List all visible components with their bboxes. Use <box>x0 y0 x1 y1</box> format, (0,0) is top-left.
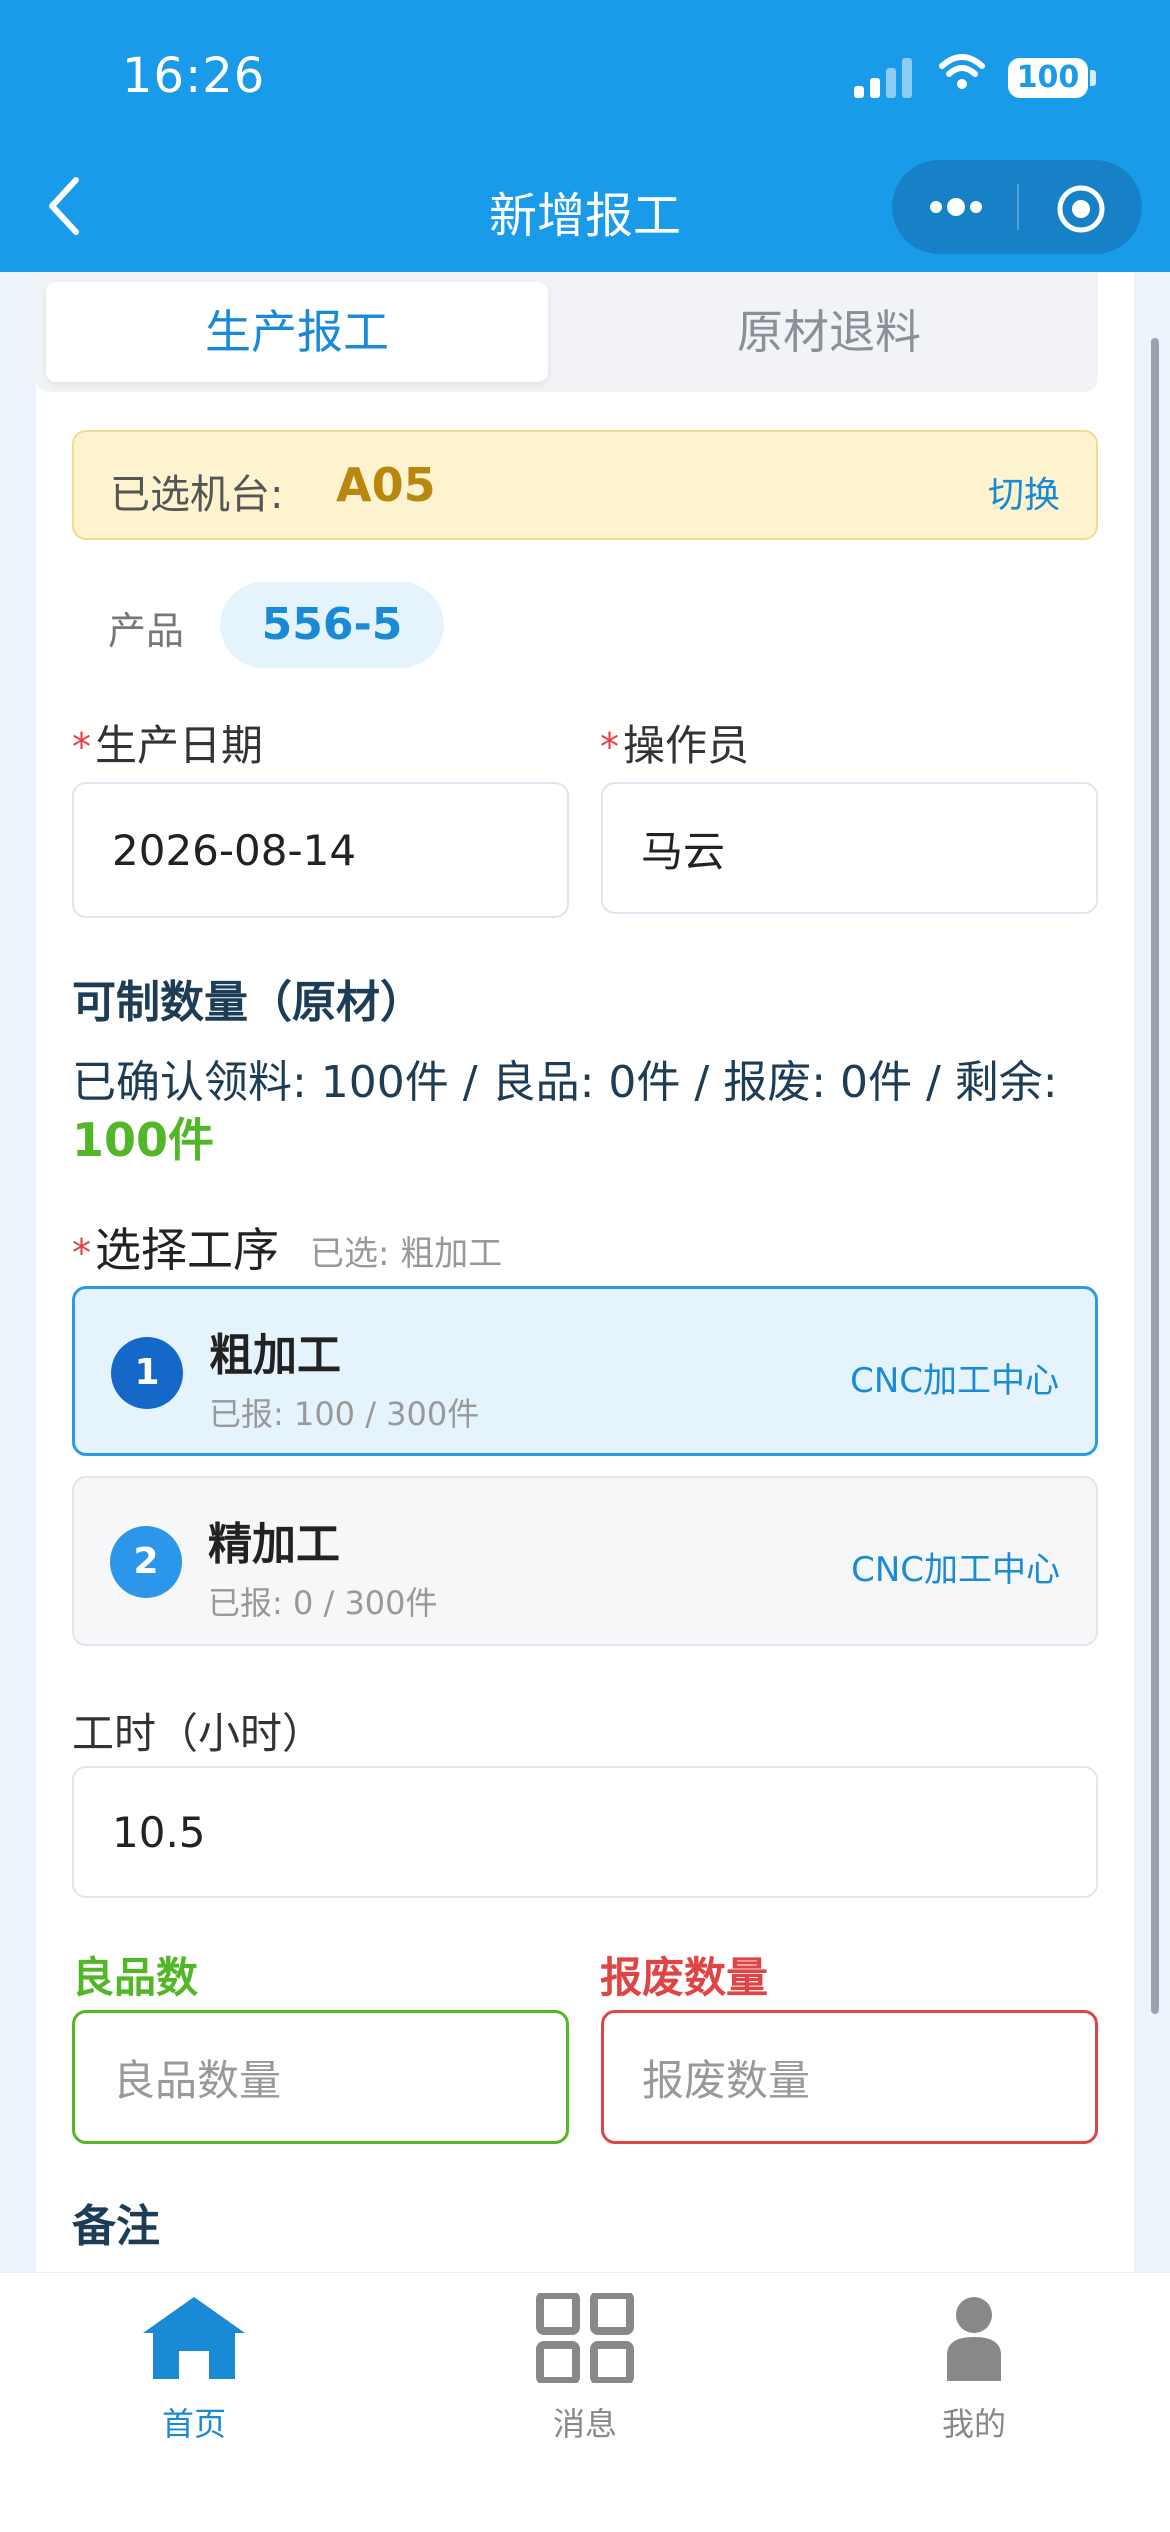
close-target-icon[interactable] <box>1056 184 1106 234</box>
grid-icon <box>536 2291 634 2385</box>
product-badge: 556-5 <box>220 582 444 668</box>
battery-indicator: 100 <box>1008 58 1088 98</box>
machine-value: A05 <box>336 458 436 512</box>
process-label: *选择工序 <box>72 1223 279 1277</box>
nav-item-home[interactable]: 首页 <box>94 2293 294 2445</box>
home-icon <box>143 2297 245 2379</box>
machine-selection-bar: 已选机台: A05 切换 <box>72 430 1098 540</box>
required-mark: * <box>72 1231 91 1275</box>
nav-item-messages[interactable]: 消息 <box>485 2291 685 2445</box>
switch-machine-button[interactable]: 切换 <box>988 466 1060 518</box>
quantity-summary: 已确认领料: 100件 / 良品: 0件 / 报废: 0件 / 剩余: <box>72 1057 1058 1108</box>
signal-icon <box>854 58 912 98</box>
battery-tip <box>1090 70 1096 86</box>
available-quantity-title: 可制数量（原材） <box>72 977 424 1028</box>
required-mark: * <box>72 725 91 769</box>
good-quantity-label: 良品数 <box>72 1953 199 2002</box>
remaining-quantity: 100件 <box>72 1113 215 1167</box>
nav-label-profile: 我的 <box>941 2405 1006 2443</box>
operator-label: *操作员 <box>600 721 750 770</box>
process-card-rough[interactable]: 1 粗加工 已报: 100 / 300件 CNC加工中心 <box>72 1286 1098 1456</box>
production-date-field[interactable]: 2026-08-14 <box>72 782 569 918</box>
product-label: 产品 <box>108 609 185 653</box>
wifi-icon <box>939 54 985 89</box>
app-header: 16:26 100 新增报工 <box>0 0 1170 272</box>
production-date-label: *生产日期 <box>72 721 264 770</box>
tab-material-return[interactable]: 原材退料 <box>578 282 1080 382</box>
nav-label-messages: 消息 <box>552 2405 617 2443</box>
tab-bar: 生产报工 原材退料 <box>36 272 1098 392</box>
bottom-navigation: 首页 消息 我的 <box>0 2272 1170 2532</box>
process-name: 精加工 <box>208 1519 340 1570</box>
status-time: 16:26 <box>122 48 266 104</box>
required-mark: * <box>600 725 619 769</box>
process-work-center: CNC加工中心 <box>850 1361 1059 1401</box>
scrap-quantity-input[interactable]: 报废数量 <box>601 2010 1098 2144</box>
more-icon[interactable] <box>926 184 986 230</box>
scrollbar[interactable] <box>1151 338 1159 2014</box>
process-number-badge: 1 <box>111 1337 183 1409</box>
capsule-divider <box>1017 184 1019 230</box>
user-icon <box>947 2297 1001 2381</box>
nav-item-profile[interactable]: 我的 <box>874 2293 1074 2445</box>
process-reported: 已报: 100 / 300件 <box>209 1395 480 1433</box>
miniprogram-capsule <box>892 160 1142 254</box>
tab-production-report[interactable]: 生产报工 <box>46 282 548 382</box>
nav-label-home: 首页 <box>161 2405 226 2443</box>
remark-label: 备注 <box>72 2201 160 2252</box>
operator-field[interactable]: 马云 <box>601 782 1098 914</box>
machine-label: 已选机台: <box>110 472 284 518</box>
process-number-badge: 2 <box>110 1526 182 1598</box>
scrap-quantity-label: 报废数量 <box>600 1953 769 2002</box>
work-hours-label: 工时（小时） <box>72 1709 325 1758</box>
work-hours-input[interactable]: 10.5 <box>72 1766 1098 1898</box>
process-card-finish[interactable]: 2 精加工 已报: 0 / 300件 CNC加工中心 <box>72 1476 1098 1646</box>
process-name: 粗加工 <box>209 1330 341 1381</box>
process-work-center: CNC加工中心 <box>851 1550 1060 1590</box>
good-quantity-input[interactable]: 良品数量 <box>72 2010 569 2144</box>
process-selected-text: 已选: 粗加工 <box>310 1234 503 1274</box>
process-reported: 已报: 0 / 300件 <box>208 1584 438 1622</box>
